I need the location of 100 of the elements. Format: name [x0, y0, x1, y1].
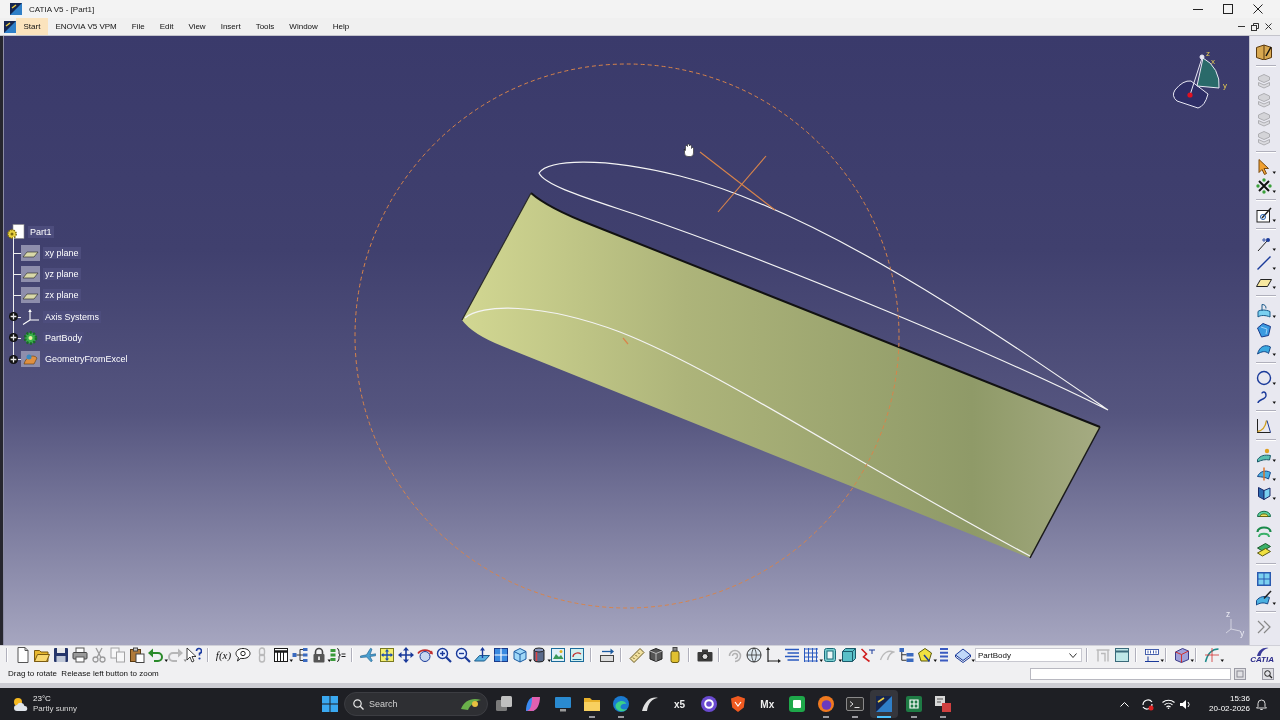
speech-bubble-icon[interactable]	[234, 647, 251, 663]
layer-icon[interactable]	[954, 647, 975, 663]
maximize-icon[interactable]	[1223, 4, 1233, 14]
tree-item[interactable]: Part1	[28, 225, 54, 238]
curve-icon[interactable]	[1203, 647, 1224, 663]
save-icon[interactable]	[52, 647, 69, 663]
law-curve-icon[interactable]	[1256, 417, 1272, 434]
menu-item[interactable]: Start	[16, 18, 48, 35]
command-field[interactable]	[1030, 667, 1231, 680]
parameter-list-icon[interactable]	[329, 647, 346, 663]
spline-icon[interactable]	[1256, 388, 1276, 405]
rotate-icon[interactable]	[416, 647, 433, 663]
sheets-icon[interactable]	[1256, 541, 1272, 558]
menu-item[interactable]: ENOVIA V5 VPM	[47, 18, 125, 35]
sync-icon[interactable]	[1141, 697, 1155, 711]
chevron-up-icon[interactable]	[1120, 701, 1130, 707]
four-pane-icon[interactable]	[492, 647, 509, 663]
folder-icon[interactable]	[33, 647, 50, 663]
pointer-icon[interactable]	[1256, 158, 1276, 175]
undo-icon[interactable]	[147, 647, 168, 663]
layered-box-icon[interactable]	[1173, 647, 1194, 663]
menu-item[interactable]: View	[180, 18, 214, 35]
help-pointer-icon[interactable]	[185, 647, 202, 663]
cross-points-icon[interactable]	[1256, 177, 1276, 194]
menu-item[interactable]: Edit	[152, 18, 181, 35]
menu-item[interactable]: Window	[281, 18, 326, 35]
sun-cloud-icon[interactable]	[12, 697, 28, 711]
cube-icon[interactable]	[511, 647, 532, 663]
sketch-icon[interactable]	[1256, 206, 1276, 223]
tree-item[interactable]: yz plane	[43, 267, 81, 280]
document-icon[interactable]	[14, 647, 31, 663]
picture-frame-icon[interactable]	[549, 647, 566, 663]
speaker-icon[interactable]	[1180, 698, 1192, 710]
restore-icon[interactable]	[1251, 22, 1259, 31]
tree-item[interactable]: xy plane	[43, 246, 81, 259]
minimize-icon[interactable]	[1193, 8, 1203, 10]
book-pen-icon[interactable]	[1256, 43, 1272, 60]
tree-item[interactable]: GeometryFromExcel	[43, 353, 130, 366]
formula-button[interactable]: f(x)	[215, 647, 232, 663]
grid-icon[interactable]	[802, 647, 823, 663]
expand-icon[interactable]	[9, 333, 18, 343]
taskbar-button[interactable]	[870, 690, 899, 718]
tree-item[interactable]: PartBody	[43, 331, 85, 344]
normal-view-icon[interactable]	[473, 647, 490, 663]
rounded-frame-icon[interactable]	[821, 647, 842, 663]
four-squares-icon[interactable]	[1256, 570, 1272, 587]
zoom-in-icon[interactable]	[435, 647, 452, 663]
menu-item[interactable]: Insert	[213, 18, 249, 35]
menu-item[interactable]: File	[124, 18, 153, 35]
pan-icon[interactable]	[397, 647, 414, 663]
cylinder-icon[interactable]	[530, 647, 551, 663]
body-selector[interactable]: PartBody	[975, 648, 1082, 662]
wifi-icon[interactable]	[1162, 699, 1176, 709]
list-icon[interactable]	[783, 647, 800, 663]
menu-item[interactable]: Help	[325, 18, 357, 35]
expand-icon[interactable]	[9, 354, 18, 364]
cube-icon[interactable]	[840, 647, 857, 663]
split-icon[interactable]	[1256, 465, 1276, 482]
line-icon[interactable]	[1256, 254, 1276, 271]
tree-item[interactable]: zx plane	[43, 289, 81, 302]
overlapping-squares-icon	[495, 695, 513, 713]
hierarchy-icon[interactable]	[897, 647, 914, 663]
circle-icon[interactable]	[1256, 369, 1276, 386]
zigzag-icon[interactable]	[859, 647, 876, 663]
transfer-icon[interactable]	[598, 647, 615, 663]
search-field[interactable]: Search	[344, 692, 488, 716]
fit-all-icon[interactable]	[378, 647, 395, 663]
bell-icon[interactable]	[1256, 698, 1267, 710]
camera-icon[interactable]	[696, 647, 713, 663]
zoom-out-icon[interactable]	[454, 647, 471, 663]
search-icon[interactable]	[1262, 667, 1274, 680]
chevrons-icon[interactable]	[1256, 618, 1272, 635]
axis-icon[interactable]	[764, 647, 781, 663]
trim-icon[interactable]	[1256, 484, 1276, 501]
fill-surface-icon[interactable]	[1256, 321, 1272, 338]
extrude-icon[interactable]	[1256, 302, 1276, 319]
taskbar-button[interactable]: Mx	[753, 690, 782, 718]
tree-item[interactable]: Axis Systems	[43, 310, 101, 323]
box-icon[interactable]	[647, 647, 664, 663]
close-icon[interactable]	[1253, 4, 1263, 14]
expand-icon[interactable]	[9, 312, 18, 322]
ribbon-logo-icon	[524, 695, 543, 713]
tree-diagram-icon[interactable]	[291, 647, 308, 663]
clipboard-icon[interactable]	[128, 647, 145, 663]
printer-icon[interactable]	[71, 647, 88, 663]
globe-icon[interactable]	[745, 647, 762, 663]
window-icon[interactable]	[1113, 647, 1130, 663]
annotation-icon[interactable]	[1143, 647, 1164, 663]
surface-point-icon[interactable]	[1256, 446, 1276, 463]
surface-pen-icon[interactable]	[1256, 589, 1276, 606]
airplane-icon[interactable]	[359, 647, 376, 663]
table-icon[interactable]	[272, 647, 293, 663]
swap-space-icon[interactable]	[568, 647, 585, 663]
menu-item[interactable]: Tools	[248, 18, 282, 35]
point-icon[interactable]	[1256, 235, 1276, 252]
close-icon[interactable]	[1265, 23, 1272, 30]
taskbar-button[interactable]: x5	[665, 690, 694, 718]
start-icon[interactable]	[322, 696, 338, 712]
pentagon-icon[interactable]	[916, 647, 937, 663]
app-logo-icon	[10, 3, 22, 15]
